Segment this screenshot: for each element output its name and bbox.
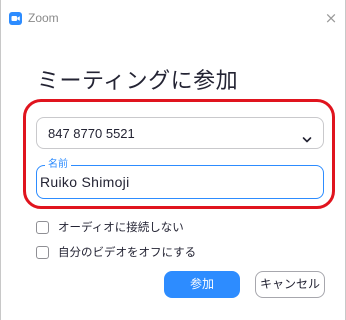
meeting-id-select[interactable]: 847 8770 5521	[36, 117, 324, 149]
option-video-off[interactable]: 自分のビデオをオフにする	[36, 244, 196, 260]
name-field[interactable]: 名前	[36, 159, 324, 199]
zoom-camera-icon	[9, 12, 22, 25]
name-input[interactable]	[37, 166, 323, 198]
close-icon[interactable]: ×	[323, 10, 339, 26]
video-off-checkbox[interactable]	[36, 245, 49, 259]
page-title: ミーティングに参加	[37, 69, 239, 94]
no-audio-label: オーディオに接続しない	[58, 220, 184, 234]
window-title: Zoom	[28, 11, 59, 25]
meeting-id-value: 847 8770 5521	[48, 126, 135, 141]
title-bar: Zoom ×	[1, 0, 345, 34]
zoom-join-dialog: Zoom × ミーティングに参加 847 8770 5521 名前 オーディオに…	[0, 0, 346, 320]
no-audio-checkbox[interactable]	[36, 220, 49, 234]
video-off-label: 自分のビデオをオフにする	[58, 245, 197, 259]
cancel-button[interactable]: キャンセル	[255, 271, 325, 298]
chevron-down-icon[interactable]	[302, 129, 312, 143]
join-button[interactable]: 参加	[164, 271, 240, 298]
option-no-audio[interactable]: オーディオに接続しない	[36, 219, 184, 235]
